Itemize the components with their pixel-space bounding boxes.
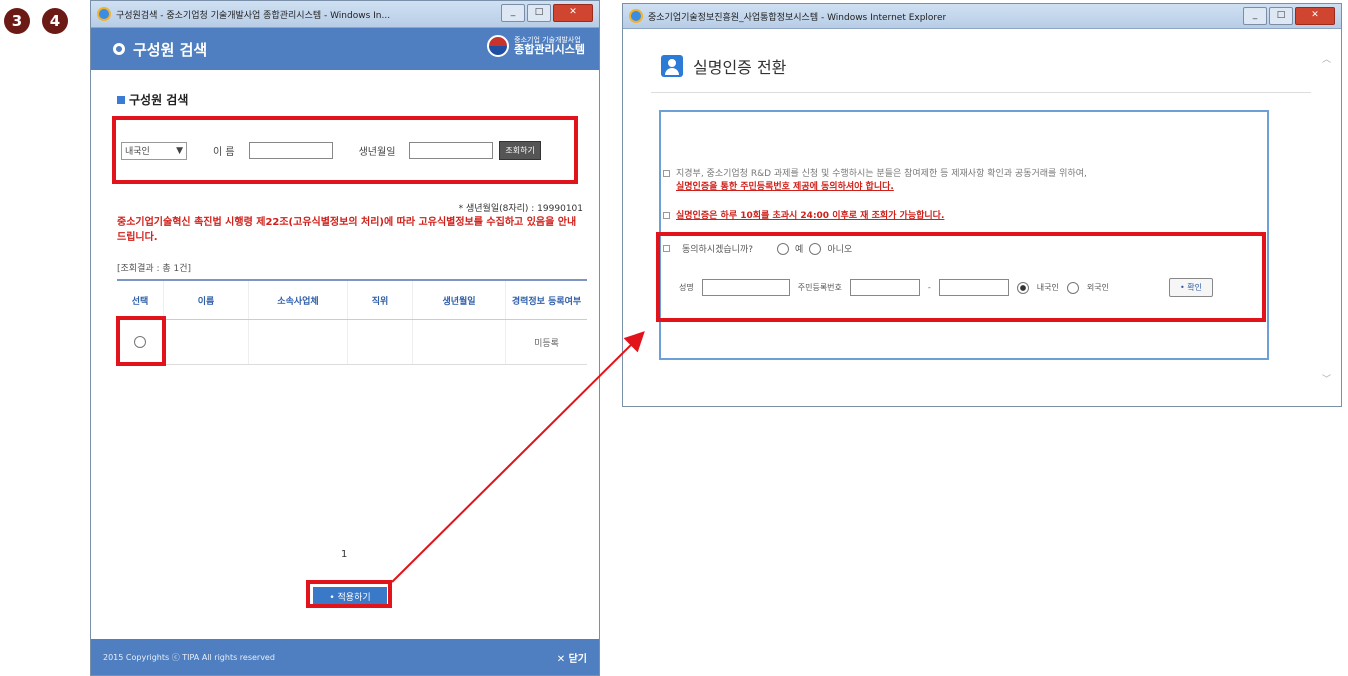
connector-arrow — [391, 331, 645, 583]
arrow-line — [391, 331, 645, 583]
